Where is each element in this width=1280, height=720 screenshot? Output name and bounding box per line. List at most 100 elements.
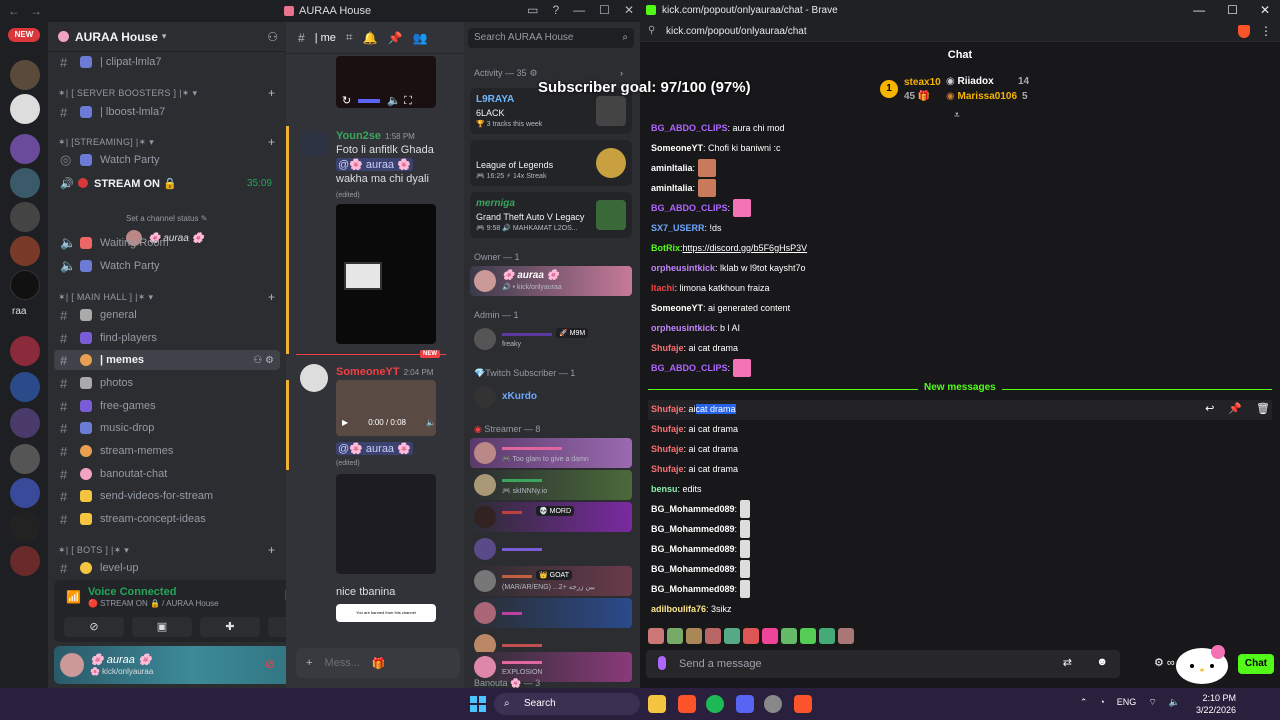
channel-free-games[interactable]: # free-games — [54, 396, 280, 416]
gear-icon[interactable]: ⚙ — [530, 68, 538, 78]
member-streamer[interactable]: ▬▬▬▬ 🎮 skINNNy.io — [470, 470, 632, 500]
chat-message[interactable]: aminItalia: — [651, 179, 717, 197]
chat-username[interactable]: aminItalia — [651, 163, 693, 173]
bell-icon[interactable]: 🔔 — [363, 31, 378, 45]
site-info-icon[interactable]: ⚲ — [648, 25, 655, 36]
clock[interactable]: 2:10 PM 3/22/2026 — [1196, 692, 1236, 716]
volume-icon[interactable]: 🔈 — [426, 418, 436, 427]
channel-level-up[interactable]: # level-up — [54, 558, 280, 578]
chat-message[interactable]: BG_ABDO_CLIPS: — [651, 199, 752, 217]
maximize-button[interactable]: ☐ — [1227, 3, 1238, 17]
volume-icon[interactable]: 🔈 — [1169, 697, 1180, 708]
activity-card[interactable]: League of Legends 🎮 16:25 ⚡ 14x Streak — [470, 140, 632, 186]
chat-message[interactable]: orpheusintkick: lklab w l9tot kaysht7o — [651, 260, 806, 276]
channel-photos[interactable]: # photos — [54, 373, 280, 393]
add-channel-icon[interactable]: + — [268, 86, 275, 100]
chat-username[interactable]: orpheusintkick — [651, 263, 715, 273]
set-channel-status[interactable]: Set a channel status ✎ — [126, 214, 207, 223]
channel-stream-memes[interactable]: # stream-memes — [54, 441, 280, 461]
emote-icon[interactable] — [667, 628, 683, 644]
chat-username[interactable]: BG_ABDO_CLIPS — [651, 123, 728, 133]
server-icon[interactable] — [10, 202, 40, 232]
voice-watch-party-2[interactable]: 🔈 Watch Party — [54, 256, 280, 276]
taskbar-search[interactable]: ⌕ Search — [494, 693, 640, 715]
chat-message[interactable]: Shufaje: ai cat drama — [651, 421, 738, 437]
server-icon[interactable] — [10, 546, 40, 576]
chat-message[interactable]: aminItalia: — [651, 159, 717, 177]
mic-icon[interactable] — [658, 656, 666, 670]
member-streamer[interactable]: ▬▬▬▬ — [470, 534, 632, 564]
chat-message[interactable]: Shufaje: ai cat drama — [651, 340, 738, 356]
chat-username[interactable]: Shufaje — [651, 444, 684, 454]
voice-location[interactable]: 🔴 STREAM ON 🔒 / AURAA House — [88, 599, 219, 608]
voice-channel-stream-on[interactable]: 🔊 STREAM ON 🔒 35:09 — [54, 173, 280, 193]
channel-music-drop[interactable]: # music-drop — [54, 418, 280, 438]
channel-general[interactable]: # general — [54, 305, 280, 325]
chat-username[interactable]: BG_Mohammed089 — [651, 504, 735, 514]
new-badge[interactable]: NEW — [8, 28, 40, 42]
pin-icon[interactable]: 📌 — [388, 31, 403, 45]
message-author[interactable]: Youn2se 1:58 PM — [336, 130, 415, 142]
avatar[interactable] — [60, 653, 84, 677]
channel-watch-party-1[interactable]: ◎ Watch Party — [54, 150, 280, 170]
members-icon[interactable]: 👥 — [413, 31, 428, 45]
chat-message[interactable]: BG_Mohammed089: — [651, 500, 751, 518]
chat-username[interactable]: aminItalia — [651, 183, 693, 193]
channel-memes[interactable]: # | memes ⚇ ⚙ — [54, 350, 280, 370]
send-message-input[interactable]: Send a message ⇄ ☻ — [646, 650, 1120, 678]
chat-username[interactable]: BG_Mohammed089 — [651, 524, 735, 534]
server-icon[interactable] — [10, 94, 40, 124]
message-input[interactable]: + Mess... 🎁 — [296, 648, 460, 678]
chat-username[interactable]: SomeoneYT — [651, 303, 703, 313]
chat-message[interactable]: orpheusintkick: b l AI — [651, 320, 740, 336]
chat-message[interactable]: bensu: edits — [651, 481, 702, 497]
channel-stream-concept[interactable]: # stream-concept-ideas — [54, 509, 280, 529]
leader-name[interactable]: steax10 — [904, 77, 941, 88]
chat-message[interactable]: SX7_USERR: !ds — [651, 220, 722, 236]
server-icon[interactable] — [10, 336, 40, 366]
chat-username[interactable]: SX7_USERR — [651, 223, 705, 233]
brave-icon[interactable] — [678, 695, 696, 713]
image-attachment[interactable] — [336, 474, 436, 574]
chat-username[interactable]: orpheusintkick — [651, 323, 715, 333]
member-streamer[interactable]: ▬▬▬▬▬▬ 🎮 Too glam to give a damn — [470, 438, 632, 468]
category-bots[interactable]: ✶| [ BOTS ] |✶ ▾ + — [58, 543, 275, 557]
emote-icon[interactable] — [819, 628, 835, 644]
url-bar[interactable]: ⚲ kick.com/popout/onlyauraa/chat ⋮ — [640, 22, 1280, 42]
pin-icon[interactable]: 📌 — [1228, 402, 1242, 415]
start-button[interactable] — [470, 696, 486, 712]
menu-icon[interactable]: ⋮ — [1260, 24, 1272, 38]
chat-message[interactable]: BG_ABDO_CLIPS: — [651, 359, 752, 377]
file-explorer-icon[interactable] — [648, 695, 666, 713]
chat-username[interactable]: SomeoneYT — [651, 143, 703, 153]
emote-icon[interactable] — [838, 628, 854, 644]
emote-icon[interactable] — [781, 628, 797, 644]
forward-arrow-icon[interactable]: → — [30, 4, 42, 18]
close-button[interactable]: ✕ — [1260, 3, 1270, 17]
avatar[interactable] — [300, 364, 328, 392]
url-text[interactable]: kick.com/popout/onlyauraa/chat — [666, 26, 807, 37]
chat-username[interactable]: Shufaje — [651, 464, 684, 474]
server-icon[interactable] — [10, 168, 40, 198]
member-streamer[interactable]: ▬▬ — [470, 598, 632, 628]
chat-username[interactable]: adilboulifa76 — [651, 604, 706, 614]
reply-icon[interactable]: ↩ — [1205, 402, 1214, 415]
chat-username[interactable]: BG_Mohammed089 — [651, 564, 735, 574]
language-indicator[interactable]: ENG — [1117, 697, 1137, 708]
voice-waiting-room[interactable]: 🔈 Waiting Room — [54, 233, 280, 253]
server-icon[interactable] — [10, 512, 40, 542]
emote-icon[interactable] — [686, 628, 702, 644]
member-admin[interactable]: ▬▬▬▬▬ 🚀 M9M freaky — [470, 324, 632, 354]
video-embed[interactable] — [336, 380, 436, 436]
server-icon[interactable] — [10, 236, 40, 266]
chat-link[interactable]: https://discord.gg/b5F6gHsP3V — [683, 243, 808, 253]
gift-icon[interactable]: 🎁 — [372, 657, 386, 670]
chevron-right-icon[interactable]: › — [620, 68, 623, 78]
server-icon[interactable] — [10, 134, 40, 164]
emote-icon[interactable] — [762, 628, 778, 644]
server-icon[interactable] — [10, 60, 40, 90]
search-input[interactable]: Search AURAA House ⌕ — [468, 28, 634, 48]
wifi-icon[interactable]: ⌔ — [1148, 697, 1156, 708]
channel-send-videos[interactable]: # send-videos-for-stream — [54, 486, 280, 506]
server-header[interactable]: AURAA House ▾ ⚇ — [48, 22, 286, 52]
